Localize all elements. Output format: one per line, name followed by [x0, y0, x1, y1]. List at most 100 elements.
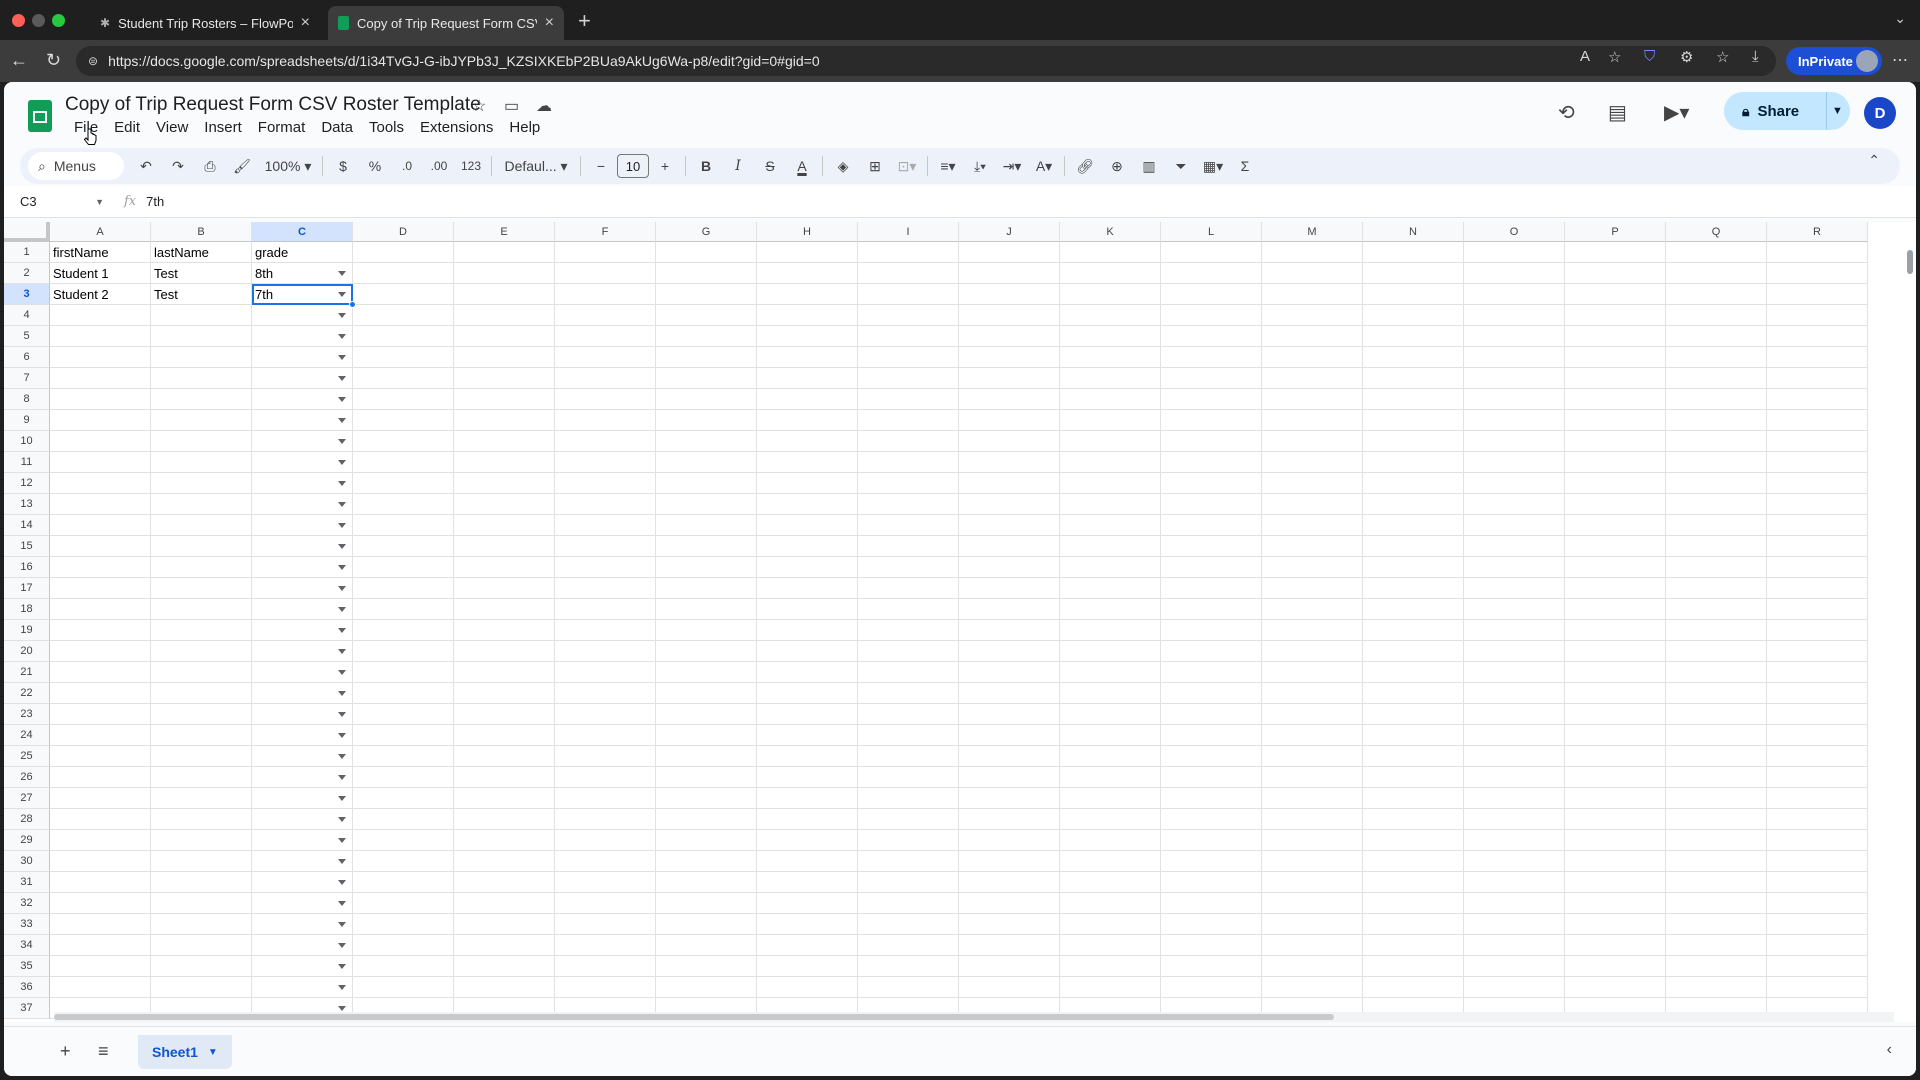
- cell-a26[interactable]: [50, 767, 151, 788]
- cell-b36[interactable]: [151, 977, 252, 998]
- cell-a29[interactable]: [50, 830, 151, 851]
- cell-j4[interactable]: [959, 305, 1060, 326]
- cell-e22[interactable]: [454, 683, 555, 704]
- cell-n6[interactable]: [1363, 347, 1464, 368]
- cell-b11[interactable]: [151, 452, 252, 473]
- dropdown-chevron-icon[interactable]: [338, 502, 346, 507]
- cell-q12[interactable]: [1666, 473, 1767, 494]
- cell-q3[interactable]: [1666, 284, 1767, 305]
- cell-m7[interactable]: [1262, 368, 1363, 389]
- filter-icon[interactable]: ⏷: [1165, 152, 1197, 180]
- favorites-icon[interactable]: ☆: [1716, 48, 1729, 66]
- cell-b12[interactable]: [151, 473, 252, 494]
- cell-j36[interactable]: [959, 977, 1060, 998]
- cell-d34[interactable]: [353, 935, 454, 956]
- move-folder-icon[interactable]: ▭: [504, 96, 519, 116]
- cell-d6[interactable]: [353, 347, 454, 368]
- cell-m33[interactable]: [1262, 914, 1363, 935]
- cell-o36[interactable]: [1464, 977, 1565, 998]
- cell-h4[interactable]: [757, 305, 858, 326]
- cell-e10[interactable]: [454, 431, 555, 452]
- cell-a30[interactable]: [50, 851, 151, 872]
- cell-j14[interactable]: [959, 515, 1060, 536]
- cell-n7[interactable]: [1363, 368, 1464, 389]
- column-header-i[interactable]: I: [858, 222, 959, 242]
- cell-j30[interactable]: [959, 851, 1060, 872]
- cell-m1[interactable]: [1262, 242, 1363, 263]
- cell-h12[interactable]: [757, 473, 858, 494]
- cell-p35[interactable]: [1565, 956, 1666, 977]
- row-header[interactable]: 9: [4, 410, 50, 431]
- cell-l15[interactable]: [1161, 536, 1262, 557]
- cell-a19[interactable]: [50, 620, 151, 641]
- cell-o18[interactable]: [1464, 599, 1565, 620]
- cell-q24[interactable]: [1666, 725, 1767, 746]
- functions-icon[interactable]: Σ: [1229, 152, 1261, 180]
- bitwarden-shield-icon[interactable]: ⛉: [1644, 48, 1655, 65]
- fill-handle[interactable]: [349, 301, 356, 308]
- cell-h11[interactable]: [757, 452, 858, 473]
- cell-k25[interactable]: [1060, 746, 1161, 767]
- cell-b32[interactable]: [151, 893, 252, 914]
- cell-c13[interactable]: [252, 494, 353, 515]
- cell-c22[interactable]: [252, 683, 353, 704]
- menu-insert[interactable]: Insert: [196, 119, 250, 136]
- cell-l7[interactable]: [1161, 368, 1262, 389]
- cell-o6[interactable]: [1464, 347, 1565, 368]
- cell-l4[interactable]: [1161, 305, 1262, 326]
- cell-o34[interactable]: [1464, 935, 1565, 956]
- cell-f10[interactable]: [555, 431, 656, 452]
- cell-d14[interactable]: [353, 515, 454, 536]
- cell-n8[interactable]: [1363, 389, 1464, 410]
- row-header[interactable]: 30: [4, 851, 50, 872]
- cell-h29[interactable]: [757, 830, 858, 851]
- cell-g36[interactable]: [656, 977, 757, 998]
- cell-i32[interactable]: [858, 893, 959, 914]
- cell-h9[interactable]: [757, 410, 858, 431]
- cell-b25[interactable]: [151, 746, 252, 767]
- cell-l1[interactable]: [1161, 242, 1262, 263]
- cell-n16[interactable]: [1363, 557, 1464, 578]
- cell-b26[interactable]: [151, 767, 252, 788]
- cell-e6[interactable]: [454, 347, 555, 368]
- cell-n17[interactable]: [1363, 578, 1464, 599]
- cell-f8[interactable]: [555, 389, 656, 410]
- cell-d25[interactable]: [353, 746, 454, 767]
- cloud-status-icon[interactable]: ☁: [536, 96, 552, 116]
- sheet-tab-dropdown-icon[interactable]: ▼: [208, 1047, 218, 1058]
- cell-k26[interactable]: [1060, 767, 1161, 788]
- cell-j26[interactable]: [959, 767, 1060, 788]
- cell-m29[interactable]: [1262, 830, 1363, 851]
- dropdown-chevron-icon[interactable]: [338, 754, 346, 759]
- cell-o33[interactable]: [1464, 914, 1565, 935]
- cell-l22[interactable]: [1161, 683, 1262, 704]
- cell-r12[interactable]: [1767, 473, 1868, 494]
- cell-o9[interactable]: [1464, 410, 1565, 431]
- cell-c9[interactable]: [252, 410, 353, 431]
- cell-c7[interactable]: [252, 368, 353, 389]
- cell-f22[interactable]: [555, 683, 656, 704]
- cell-d19[interactable]: [353, 620, 454, 641]
- row-header[interactable]: 7: [4, 368, 50, 389]
- cell-j12[interactable]: [959, 473, 1060, 494]
- cell-e3[interactable]: [454, 284, 555, 305]
- cell-f27[interactable]: [555, 788, 656, 809]
- cell-e23[interactable]: [454, 704, 555, 725]
- cell-f36[interactable]: [555, 977, 656, 998]
- cell-e25[interactable]: [454, 746, 555, 767]
- cell-r15[interactable]: [1767, 536, 1868, 557]
- cell-k16[interactable]: [1060, 557, 1161, 578]
- cell-c6[interactable]: [252, 347, 353, 368]
- cell-j21[interactable]: [959, 662, 1060, 683]
- cell-b20[interactable]: [151, 641, 252, 662]
- number-format-button[interactable]: 123: [455, 152, 487, 180]
- cell-k17[interactable]: [1060, 578, 1161, 599]
- cell-d7[interactable]: [353, 368, 454, 389]
- cell-k8[interactable]: [1060, 389, 1161, 410]
- cell-f30[interactable]: [555, 851, 656, 872]
- cell-b23[interactable]: [151, 704, 252, 725]
- cell-i21[interactable]: [858, 662, 959, 683]
- cell-n1[interactable]: [1363, 242, 1464, 263]
- cell-h34[interactable]: [757, 935, 858, 956]
- cell-m6[interactable]: [1262, 347, 1363, 368]
